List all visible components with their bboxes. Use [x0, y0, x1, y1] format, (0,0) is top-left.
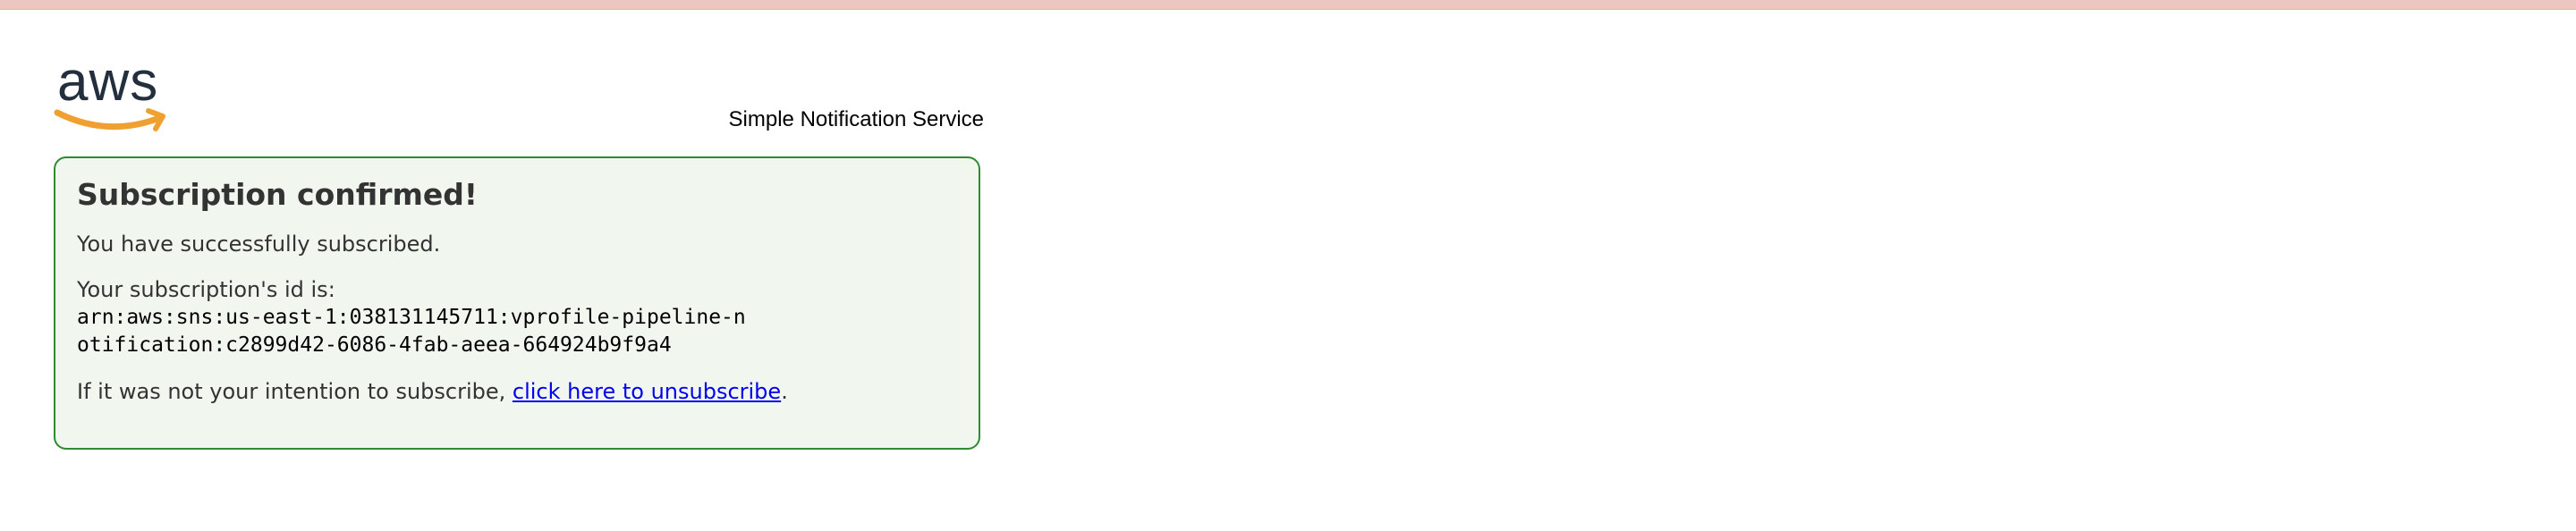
confirmation-panel: Subscription confirmed! You have success…: [54, 156, 980, 450]
page-header: aws Simple Notification Service: [54, 55, 984, 143]
success-message: You have successfully subscribed.: [77, 232, 441, 257]
page-container: aws Simple Notification Service Subscrip…: [54, 55, 984, 450]
subscription-id-value: arn:aws:sns:us-east-1:038131145711:vprof…: [77, 306, 746, 357]
subscription-id-block: Your subscription's id is: arn:aws:sns:u…: [77, 276, 957, 359]
subscription-id-label: Your subscription's id is:: [77, 277, 335, 302]
top-color-strip: [0, 0, 2576, 10]
unsubscribe-suffix: .: [781, 379, 788, 404]
service-name: Simple Notification Service: [728, 107, 984, 131]
unsubscribe-notice: If it was not your intention to subscrib…: [77, 377, 957, 406]
aws-logo: aws: [54, 55, 165, 131]
aws-smile-icon: [54, 109, 163, 131]
unsubscribe-link[interactable]: click here to unsubscribe: [513, 379, 781, 404]
aws-logo-text: aws: [57, 55, 158, 113]
unsubscribe-prefix: If it was not your intention to subscrib…: [77, 379, 513, 404]
panel-title: Subscription confirmed!: [77, 177, 478, 212]
